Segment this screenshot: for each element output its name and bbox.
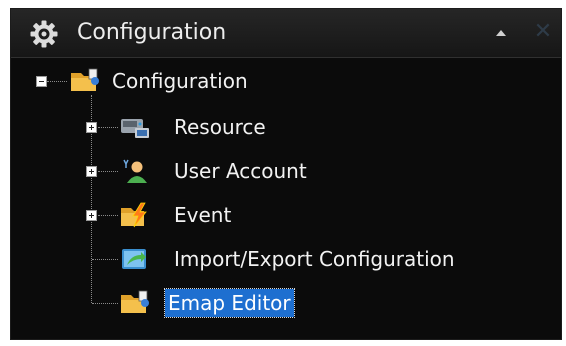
tree-item-label: Import/Export Configuration bbox=[174, 247, 455, 271]
emap-editor-icon bbox=[121, 290, 149, 313]
tree-item-emap-editor[interactable]: Emap Editor bbox=[119, 285, 339, 321]
tree-item-resource[interactable]: Resource bbox=[119, 109, 299, 145]
tree-connector bbox=[92, 259, 118, 260]
tree-connector bbox=[47, 81, 67, 82]
tree-item-import-export-configuration[interactable]: Import/Export Configuration bbox=[119, 241, 519, 277]
tree-item-label: Event bbox=[174, 203, 232, 227]
resource-expand-toggle[interactable] bbox=[86, 122, 97, 133]
tree-item-event[interactable]: Event bbox=[119, 197, 279, 233]
tree-item-label: Configuration bbox=[112, 69, 248, 93]
screenshot-frame: Configuration ✕ Configuration Resource U… bbox=[0, 0, 566, 346]
import-export-icon bbox=[122, 249, 146, 269]
root-collapse-toggle[interactable] bbox=[36, 76, 47, 87]
tree-connector bbox=[98, 127, 118, 128]
tree-item-user-account[interactable]: User Account bbox=[119, 153, 349, 189]
configuration-panel: Configuration ✕ Configuration Resource U… bbox=[10, 8, 562, 340]
folder-config-icon bbox=[71, 68, 99, 91]
event-icon bbox=[121, 202, 147, 228]
user-account-icon bbox=[123, 159, 147, 183]
tree-item-configuration[interactable]: Configuration bbox=[69, 63, 289, 99]
tree-connector bbox=[98, 171, 118, 172]
tree-connector bbox=[98, 215, 118, 216]
tree-item-label: Emap Editor bbox=[164, 288, 295, 318]
tree-connector bbox=[92, 303, 118, 304]
user-account-expand-toggle[interactable] bbox=[86, 166, 97, 177]
tree-item-label: Resource bbox=[174, 115, 266, 139]
tree-item-label: User Account bbox=[174, 159, 307, 183]
event-expand-toggle[interactable] bbox=[86, 210, 97, 221]
configuration-tree: Configuration Resource User Account Even… bbox=[11, 9, 561, 339]
resource-icon bbox=[121, 119, 149, 138]
